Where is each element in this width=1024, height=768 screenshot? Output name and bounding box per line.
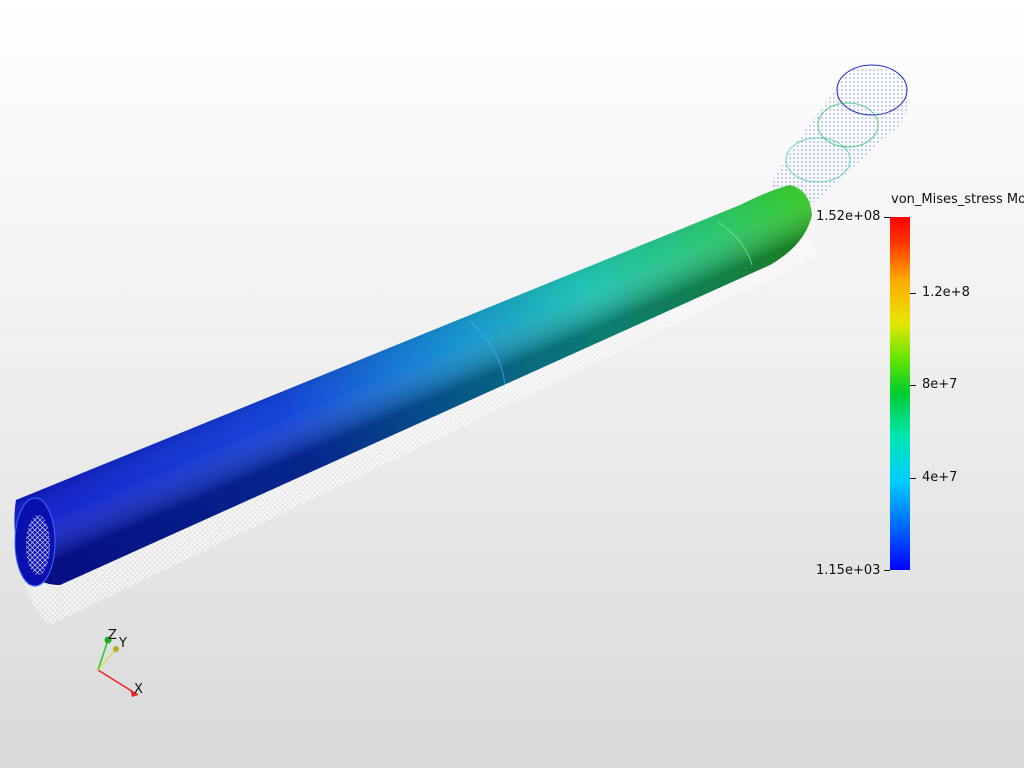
axis-label-z: Z bbox=[108, 628, 117, 643]
legend-tick-2 bbox=[910, 385, 916, 386]
legend-tick-label-3: 4e+7 bbox=[922, 470, 958, 485]
axis-label-y: Y bbox=[119, 636, 127, 651]
pipe-end-inner bbox=[26, 515, 50, 575]
legend-tick-label-2: 8e+7 bbox=[922, 377, 958, 392]
color-scale-bar bbox=[890, 217, 910, 570]
render-viewport[interactable]: von_Mises_stress Mo 1.52e+08 1.2e+8 8e+7… bbox=[0, 0, 1024, 768]
legend-max-label: 1.52e+08 bbox=[816, 209, 881, 224]
pipe-shading bbox=[14, 185, 812, 585]
legend-tick-label-1: 1.2e+8 bbox=[922, 285, 970, 300]
legend-tick-max bbox=[884, 217, 890, 218]
legend-tick-min bbox=[884, 570, 890, 571]
legend-title: von_Mises_stress Mo bbox=[891, 192, 1024, 207]
legend-tick-3 bbox=[910, 478, 916, 479]
legend-min-label: 1.15e+03 bbox=[816, 563, 881, 578]
legend-tick-1 bbox=[910, 293, 916, 294]
bend-wireframe bbox=[770, 66, 909, 206]
axis-label-x: X bbox=[134, 682, 143, 697]
